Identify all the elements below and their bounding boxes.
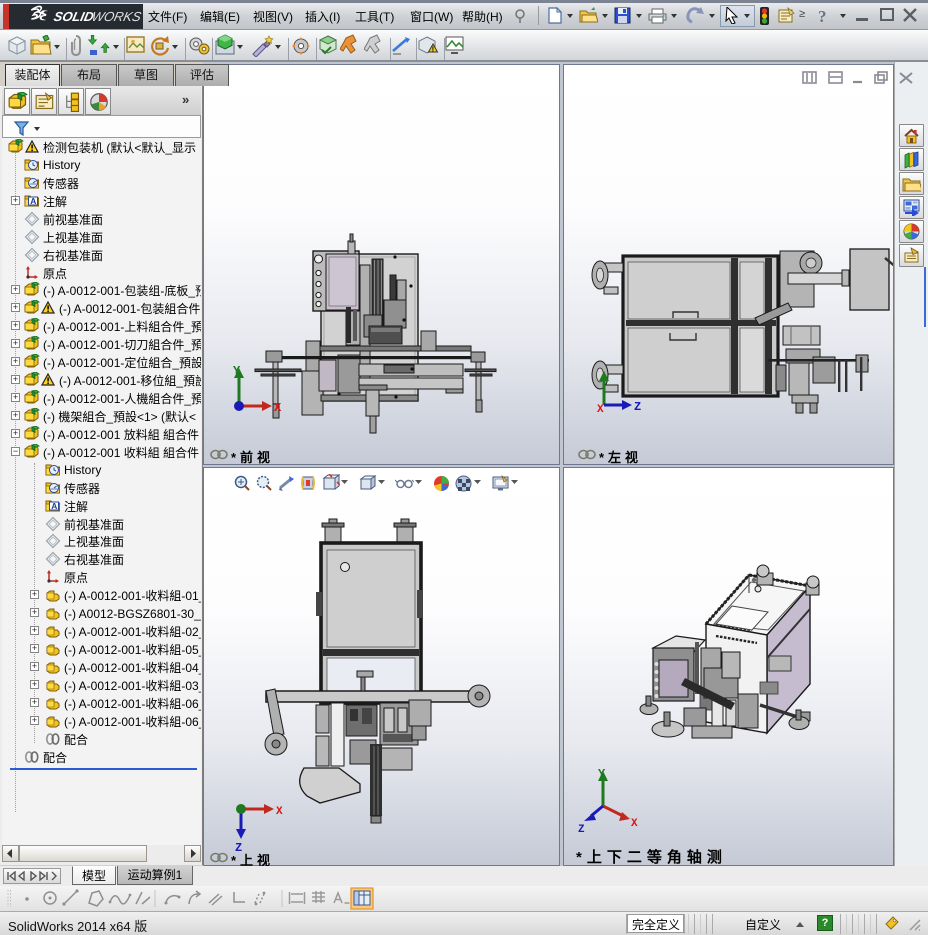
svg-text:?: ? bbox=[818, 7, 827, 26]
svg-text:WORKS: WORKS bbox=[90, 9, 142, 24]
svg-text:X: X bbox=[631, 818, 638, 830]
svg-text:X: X bbox=[276, 806, 283, 818]
svg-text:Z: Z bbox=[578, 824, 585, 836]
svg-text:Y: Y bbox=[233, 364, 241, 378]
svg-text:X: X bbox=[597, 404, 604, 416]
svg-text:!: ! bbox=[432, 47, 434, 54]
svg-text:Z: Z bbox=[634, 400, 641, 414]
svg-text:Y: Y bbox=[598, 767, 606, 781]
svg-text:SOLID: SOLID bbox=[52, 9, 95, 24]
svg-text:X: X bbox=[274, 401, 282, 415]
